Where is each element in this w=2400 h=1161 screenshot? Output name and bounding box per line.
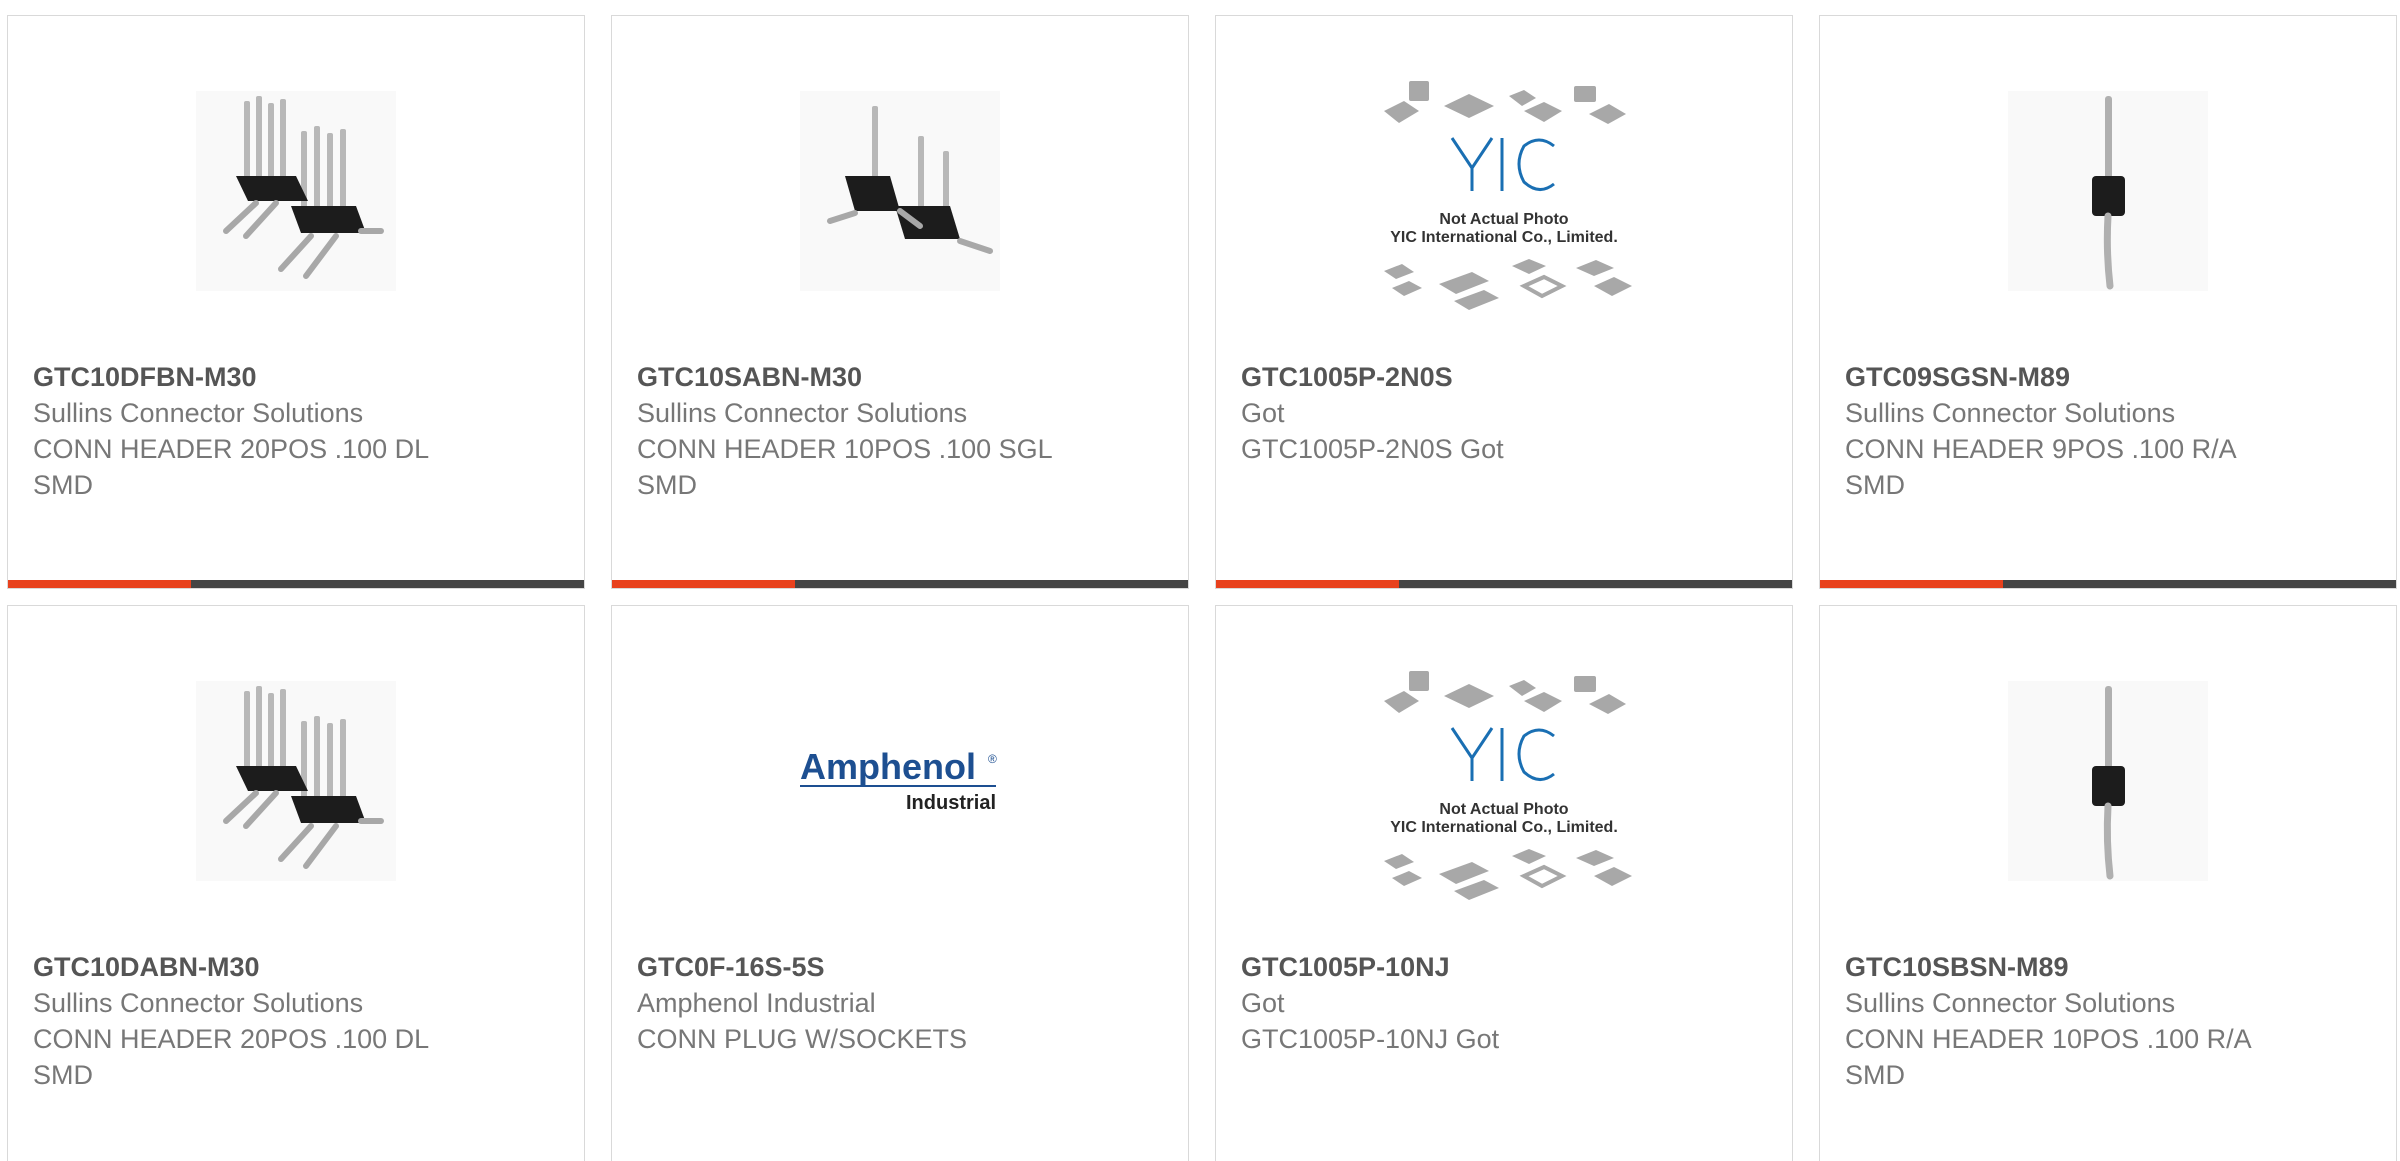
amphenol-logo-sub: Industrial [906,792,996,814]
yic-placeholder-icon: Not Actual Photo YIC International Co., … [1384,81,1632,310]
product-image[interactable] [8,56,584,326]
card-bar [8,580,584,588]
amphenol-logo-name: Amphenol [800,746,976,787]
product-card[interactable]: Amphenol ® Industrial GTC0F-16S-5S Amphe… [611,605,1189,1161]
product-image[interactable] [612,56,1188,326]
manufacturer: Sullins Connector Solutions [33,988,364,1018]
placeholder-line1: Not Actual Photo [1439,211,1568,228]
amphenol-logo-registered: ® [988,752,997,766]
part-number[interactable]: GTC10DFBN-M30 [33,359,559,395]
product-grid: GTC10DFBN-M30 Sullins Connector Solution… [0,0,2400,1161]
description: CONN HEADER 20POS .100 DL SMD [33,434,429,500]
card-bar-accent [8,580,191,588]
description: CONN HEADER 20POS .100 DL SMD [33,1024,429,1090]
product-image[interactable]: Not Actual Photo YIC International Co., … [1216,646,1792,916]
description: CONN HEADER 10POS .100 SGL SMD [637,434,1052,500]
placeholder-line1: Not Actual Photo [1439,801,1568,818]
product-card[interactable]: GTC10SABN-M30 Sullins Connector Solution… [611,15,1189,589]
product-image[interactable] [8,646,584,916]
card-bar [1820,580,2396,588]
part-number[interactable]: GTC0F-16S-5S [637,949,1163,985]
part-number[interactable]: GTC10SABN-M30 [637,359,1163,395]
product-card[interactable]: GTC10SBSN-M89 Sullins Connector Solution… [1819,605,2397,1161]
yic-placeholder-icon: Not Actual Photo YIC International Co., … [1384,671,1632,900]
product-card[interactable]: GTC10DABN-M30 Sullins Connector Solution… [7,605,585,1161]
part-number[interactable]: GTC09SGSN-M89 [1845,359,2371,395]
product-image[interactable] [1820,646,2396,916]
description: CONN HEADER 9POS .100 R/A SMD [1845,434,2236,500]
single-row-header-icon [800,91,1000,291]
product-card[interactable]: GTC10DFBN-M30 Sullins Connector Solution… [7,15,585,589]
description: GTC1005P-2N0S Got [1241,434,1504,464]
card-bar [1216,580,1792,588]
part-number[interactable]: GTC1005P-2N0S [1241,359,1767,395]
manufacturer: Got [1241,398,1285,428]
manufacturer: Sullins Connector Solutions [33,398,364,428]
dual-row-header-icon [196,91,396,291]
product-card[interactable]: GTC09SGSN-M89 Sullins Connector Solution… [1819,15,2397,589]
product-image[interactable]: Amphenol ® Industrial [612,646,1188,916]
single-pin-header-icon [2008,91,2208,291]
product-card[interactable]: Not Actual Photo YIC International Co., … [1215,15,1793,589]
single-pin-header-icon [2008,681,2208,881]
part-number[interactable]: GTC1005P-10NJ [1241,949,1767,985]
dual-row-header-icon [196,681,396,881]
placeholder-line2: YIC International Co., Limited. [1390,819,1618,836]
manufacturer: Sullins Connector Solutions [637,398,968,428]
part-number[interactable]: GTC10DABN-M30 [33,949,559,985]
manufacturer: Got [1241,988,1285,1018]
description: GTC1005P-10NJ Got [1241,1024,1500,1054]
manufacturer: Sullins Connector Solutions [1845,398,2176,428]
manufacturer: Sullins Connector Solutions [1845,988,2176,1018]
manufacturer: Amphenol Industrial [637,988,876,1018]
card-bar-accent [1820,580,2003,588]
description: CONN PLUG W/SOCKETS [637,1024,968,1054]
part-number[interactable]: GTC10SBSN-M89 [1845,949,2371,985]
placeholder-line2: YIC International Co., Limited. [1390,229,1618,246]
product-image[interactable] [1820,56,2396,326]
product-card[interactable]: Not Actual Photo YIC International Co., … [1215,605,1793,1161]
description: CONN HEADER 10POS .100 R/A SMD [1845,1024,2251,1090]
card-bar [612,580,1188,588]
card-bar-accent [612,580,795,588]
product-image[interactable]: Not Actual Photo YIC International Co., … [1216,56,1792,326]
amphenol-logo: Amphenol ® Industrial [800,746,997,814]
card-bar-accent [1216,580,1399,588]
